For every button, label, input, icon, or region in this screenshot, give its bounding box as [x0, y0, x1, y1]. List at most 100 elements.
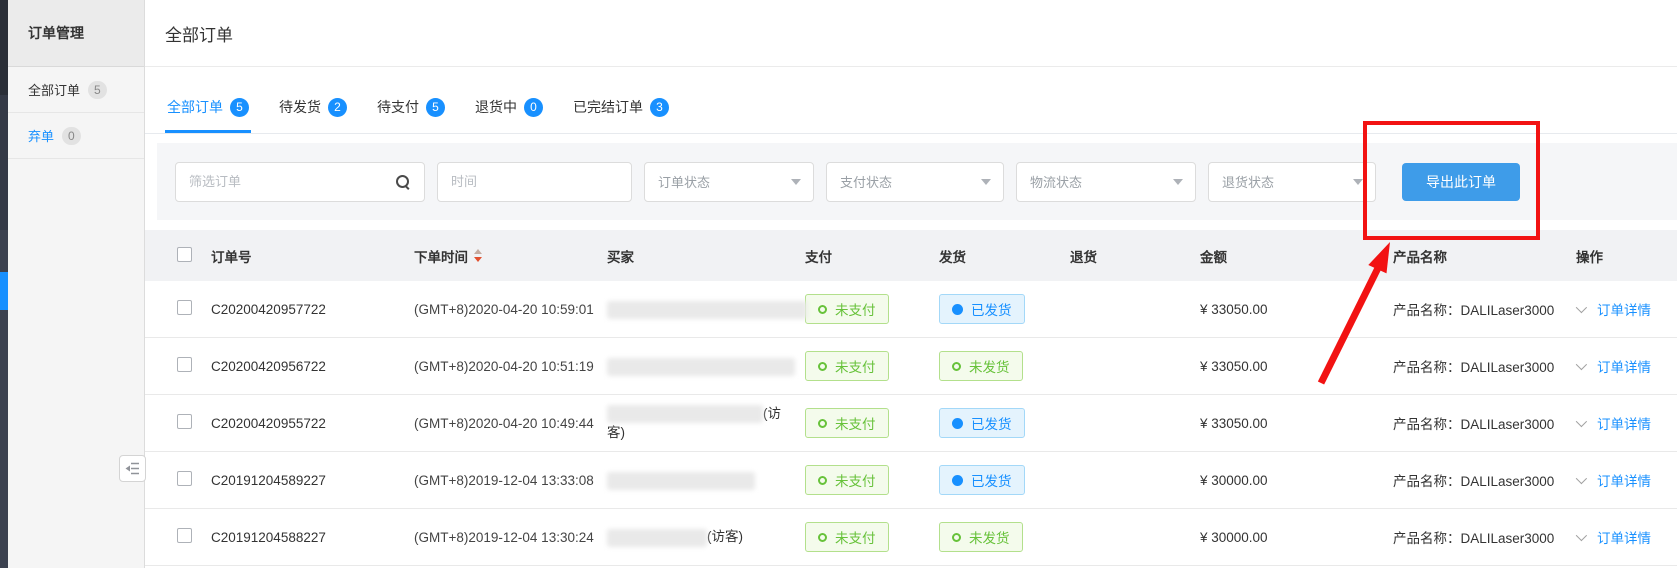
chevron-down-icon[interactable] [1576, 530, 1587, 541]
time-filter-field [437, 162, 632, 202]
tab-count-badge: 5 [230, 98, 249, 117]
order-amount: ¥ 33050.00 [1200, 359, 1393, 374]
order-tab[interactable]: 已完结订单 3 [571, 97, 671, 133]
order-number: C20191204589227 [211, 473, 414, 488]
order-time: (GMT+8)2020-04-20 10:51:19 [414, 359, 607, 374]
order-detail-link[interactable]: 订单详情 [1597, 527, 1651, 547]
status-dot-icon [952, 418, 963, 429]
payment-status-badge: 未支付 [805, 294, 889, 324]
status-filter-select[interactable]: 物流状态 [1016, 162, 1196, 202]
row-checkbox[interactable] [177, 300, 192, 315]
row-checkbox[interactable] [177, 528, 192, 543]
order-management-page: 订单管理 全部订单 5 弃单 0 全部订单 全部订单 5 待发货 2 待支付 5… [0, 0, 1677, 568]
buyer-cell [607, 470, 805, 489]
shipping-status-badge: 未发货 [939, 351, 1023, 381]
order-time: (GMT+8)2019-12-04 13:33:08 [414, 473, 607, 488]
tab-count-badge: 0 [524, 98, 543, 117]
shipping-status-badge: 已发货 [939, 408, 1025, 438]
order-number: C20191204588227 [211, 530, 414, 545]
order-amount: ¥ 30000.00 [1200, 473, 1393, 488]
sidebar-collapse-button[interactable] [119, 455, 146, 482]
order-time: (GMT+8)2020-04-20 10:49:44 [414, 416, 607, 431]
order-amount: ¥ 30000.00 [1200, 530, 1393, 545]
col-order-time[interactable]: 下单时间 [414, 246, 607, 266]
product-name: 产品名称：DALILaser3000 [1393, 299, 1576, 319]
search-input[interactable] [176, 163, 424, 201]
product-name: 产品名称：DALILaser3000 [1393, 527, 1576, 547]
row-checkbox[interactable] [177, 471, 192, 486]
time-input[interactable] [438, 163, 631, 201]
filter-panel: 订单状态 支付状态 物流状态 退货状态 导出此订单 [157, 143, 1677, 220]
buyer-cell [607, 356, 805, 375]
row-checkbox[interactable] [177, 357, 192, 372]
order-detail-link[interactable]: 订单详情 [1597, 413, 1651, 433]
sidebar-item[interactable]: 全部订单 5 [8, 67, 144, 113]
order-detail-link[interactable]: 订单详情 [1597, 356, 1651, 376]
sort-icon[interactable] [474, 249, 482, 262]
order-tab[interactable]: 待支付 5 [375, 97, 447, 133]
search-icon[interactable] [396, 175, 411, 190]
chevron-down-icon[interactable] [1576, 416, 1587, 427]
col-shipping: 发货 [939, 246, 1070, 266]
sidebar-count-badge: 5 [88, 81, 107, 99]
order-tab[interactable]: 待发货 2 [277, 97, 349, 133]
tab-count-badge: 5 [426, 98, 445, 117]
caret-down-icon [791, 179, 801, 185]
order-detail-link[interactable]: 订单详情 [1597, 299, 1651, 319]
col-return: 退货 [1070, 246, 1200, 266]
status-ring-icon [818, 362, 827, 371]
chevron-down-icon[interactable] [1576, 473, 1587, 484]
menu-fold-icon [125, 462, 140, 475]
status-ring-icon [818, 419, 827, 428]
tab-count-badge: 3 [650, 98, 669, 117]
sidebar-title: 订单管理 [8, 0, 144, 67]
table-row: C20191204588227 (GMT+8)2019-12-04 13:30:… [145, 509, 1677, 566]
col-action: 操作 [1576, 246, 1677, 266]
shipping-status-badge: 已发货 [939, 294, 1025, 324]
order-time: (GMT+8)2020-04-20 10:59:01 [414, 302, 607, 317]
status-filter-select[interactable]: 订单状态 [644, 162, 814, 202]
buyer-suffix: (访客) [707, 529, 743, 544]
shipping-status-badge: 未发货 [939, 522, 1023, 552]
status-filter-select[interactable]: 退货状态 [1208, 162, 1376, 202]
shipping-status-badge: 已发货 [939, 465, 1025, 495]
payment-status-badge: 未支付 [805, 522, 889, 552]
order-tab[interactable]: 退货中 0 [473, 97, 545, 133]
col-payment: 支付 [805, 246, 939, 266]
order-amount: ¥ 33050.00 [1200, 302, 1393, 317]
buyer-cell: (访客) [607, 404, 805, 442]
order-detail-link[interactable]: 订单详情 [1597, 470, 1651, 490]
caret-down-icon [1353, 179, 1363, 185]
col-product: 产品名称 [1393, 246, 1576, 266]
chevron-down-icon[interactable] [1576, 302, 1587, 313]
row-checkbox[interactable] [177, 414, 192, 429]
table-row: C20191204589227 (GMT+8)2019-12-04 13:33:… [145, 452, 1677, 509]
product-name: 产品名称：DALILaser3000 [1393, 356, 1576, 376]
buyer-name-redacted [607, 301, 807, 319]
nav-rail [0, 0, 8, 568]
sidebar-item[interactable]: 弃单 0 [8, 113, 144, 159]
sidebar: 订单管理 全部订单 5 弃单 0 [8, 0, 145, 568]
order-number: C20200420956722 [211, 359, 414, 374]
status-dot-icon [952, 475, 963, 486]
order-time: (GMT+8)2019-12-04 13:30:24 [414, 530, 607, 545]
buyer-name-redacted [607, 529, 707, 547]
status-dot-icon [952, 362, 961, 371]
chevron-down-icon[interactable] [1576, 359, 1587, 370]
sidebar-count-badge: 0 [62, 127, 81, 145]
caret-down-icon [981, 179, 991, 185]
payment-status-badge: 未支付 [805, 351, 889, 381]
col-amount: 金额 [1200, 246, 1393, 266]
order-search-field [175, 162, 425, 202]
table-body: C20200420957722 (GMT+8)2020-04-20 10:59:… [145, 281, 1677, 566]
nav-rail-top-segment [0, 0, 8, 95]
status-filter-select[interactable]: 支付状态 [826, 162, 1004, 202]
table-row: C20200420955722 (GMT+8)2020-04-20 10:49:… [145, 395, 1677, 452]
caret-down-icon [1173, 179, 1183, 185]
buyer-name-redacted [607, 472, 755, 490]
export-orders-button[interactable]: 导出此订单 [1402, 163, 1520, 201]
select-all-checkbox[interactable] [177, 247, 192, 262]
product-name: 产品名称：DALILaser3000 [1393, 470, 1576, 490]
status-ring-icon [818, 476, 827, 485]
order-tab[interactable]: 全部订单 5 [165, 97, 251, 133]
